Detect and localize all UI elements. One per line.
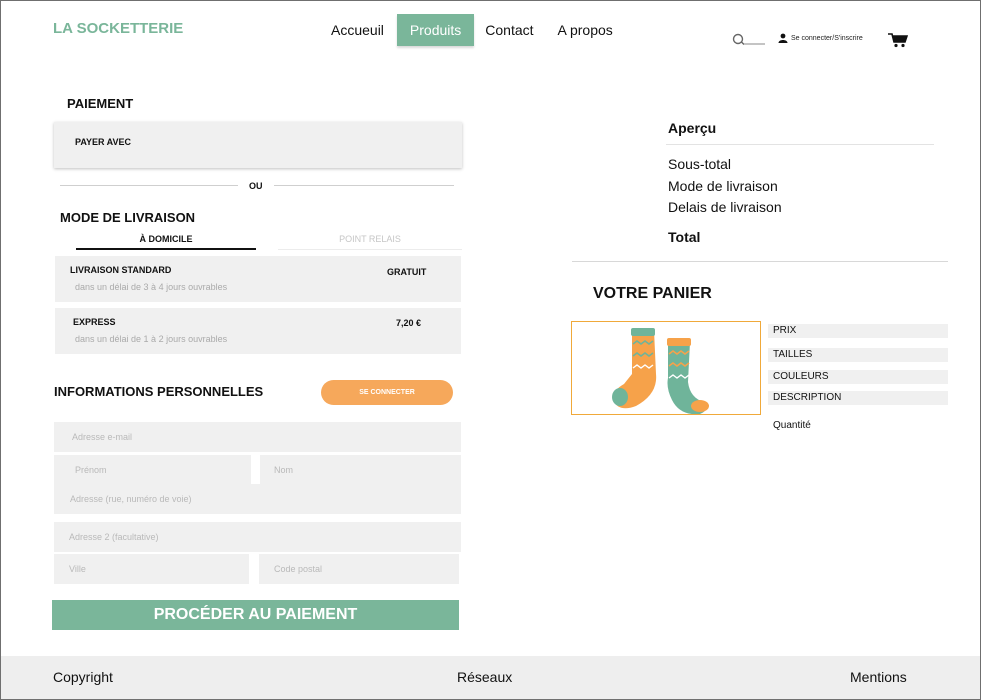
nav-a-propos[interactable]: A propos bbox=[549, 14, 622, 46]
shipping-option-delay: dans un délai de 1 à 2 jours ouvrables bbox=[75, 334, 228, 344]
firstname-field[interactable]: Prénom bbox=[54, 455, 251, 485]
shipping-mode-label: Mode de livraison bbox=[668, 178, 778, 194]
shipping-option-name: LIVRAISON STANDARD bbox=[70, 265, 172, 275]
socks-illustration bbox=[612, 328, 709, 415]
product-price: PRIX bbox=[768, 324, 948, 338]
product-description: DESCRIPTION bbox=[768, 391, 948, 405]
nav-accueuil[interactable]: Accueuil bbox=[322, 14, 393, 46]
site-logo[interactable]: LA SOCKETTERIE bbox=[53, 20, 183, 37]
shipping-title: MODE DE LIVRAISON bbox=[60, 210, 196, 225]
login-button[interactable]: SE CONNECTER bbox=[321, 380, 453, 405]
lastname-field[interactable]: Nom bbox=[260, 455, 461, 485]
section-divider bbox=[572, 261, 948, 262]
main-nav: Accueuil Produits Contact A propos bbox=[322, 14, 622, 46]
shipping-option-delay: dans un délai de 3 à 4 jours ouvrables bbox=[75, 282, 228, 292]
cart-icon[interactable] bbox=[888, 32, 908, 48]
separator-line-right bbox=[274, 185, 454, 186]
shipping-delay-label: Delais de livraison bbox=[668, 199, 782, 215]
shipping-option-price: GRATUIT bbox=[387, 267, 427, 277]
personal-info-title: INFORMATIONS PERSONNELLES bbox=[54, 384, 264, 399]
subtotal-label: Sous-total bbox=[668, 156, 732, 172]
overview-divider bbox=[666, 144, 934, 145]
pay-with-box[interactable]: PAYER AVEC bbox=[54, 122, 462, 168]
address-field[interactable]: Adresse (rue, numéro de voie) bbox=[54, 484, 461, 514]
cart-title: VOTRE PANIER bbox=[593, 285, 712, 302]
separator-line-left bbox=[60, 185, 238, 186]
payment-title: PAIEMENT bbox=[67, 96, 134, 111]
product-colors[interactable]: COULEURS bbox=[768, 370, 948, 384]
pay-with-label: PAYER AVEC bbox=[75, 137, 132, 147]
search-icon[interactable] bbox=[732, 33, 766, 47]
shipping-option-express[interactable]: EXPRESS dans un délai de 1 à 2 jours ouv… bbox=[55, 308, 461, 354]
total-label: Total bbox=[668, 229, 701, 245]
user-icon bbox=[778, 33, 788, 43]
tab-home-delivery[interactable]: À DOMICILE bbox=[76, 234, 256, 250]
quantity-label[interactable]: Quantité bbox=[773, 420, 811, 431]
product-sizes[interactable]: TAILLES bbox=[768, 348, 948, 362]
overview-title: Aperçu bbox=[668, 120, 717, 136]
shipping-option-standard[interactable]: LIVRAISON STANDARD dans un délai de 3 à … bbox=[55, 256, 461, 302]
footer-mentions[interactable]: Mentions bbox=[850, 669, 907, 685]
shipping-option-name: EXPRESS bbox=[73, 317, 116, 327]
login-signup-link[interactable]: Se connecter/S'inscrire bbox=[791, 35, 863, 42]
nav-contact[interactable]: Contact bbox=[476, 14, 542, 46]
or-separator: OU bbox=[249, 181, 263, 191]
address2-field[interactable]: Adresse 2 (facultative) bbox=[54, 522, 461, 552]
footer: Copyright Réseaux Mentions bbox=[1, 656, 980, 699]
shipping-option-price: 7,20 € bbox=[396, 318, 422, 328]
product-image[interactable] bbox=[571, 321, 761, 415]
email-field[interactable]: Adresse e-mail bbox=[54, 422, 461, 452]
footer-copyright[interactable]: Copyright bbox=[53, 669, 113, 685]
footer-networks[interactable]: Réseaux bbox=[457, 669, 512, 685]
city-field[interactable]: Ville bbox=[54, 554, 249, 584]
nav-produits[interactable]: Produits bbox=[396, 14, 475, 46]
proceed-to-payment-button[interactable]: PROCÉDER AU PAIEMENT bbox=[52, 600, 459, 630]
postal-code-field[interactable]: Code postal bbox=[259, 554, 459, 584]
tab-relay-point[interactable]: POINT RELAIS bbox=[278, 234, 462, 250]
